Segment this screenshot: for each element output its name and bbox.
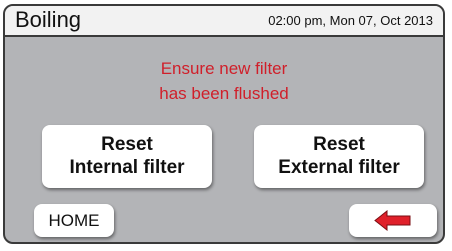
reset-external-filter-button[interactable]: Reset External filter	[254, 125, 424, 188]
page-title: Boiling	[15, 7, 82, 32]
header-bar: Boiling 02:00 pm, Mon 07, Oct 2013	[5, 6, 443, 37]
reset-external-filter-label-line1: Reset	[313, 134, 365, 155]
reset-internal-filter-button[interactable]: Reset Internal filter	[42, 125, 212, 188]
back-arrow-icon	[374, 210, 411, 231]
reset-internal-filter-label-line1: Reset	[101, 134, 153, 155]
boiling-screen: Boiling 02:00 pm, Mon 07, Oct 2013 Ensur…	[3, 4, 445, 244]
home-button[interactable]: HOME	[34, 204, 114, 237]
instruction-message-line2: has been flushed	[159, 84, 289, 103]
datetime-display: 02:00 pm, Mon 07, Oct 2013	[268, 13, 433, 28]
back-button[interactable]	[349, 204, 437, 237]
instruction-message-line1: Ensure new filter	[160, 59, 288, 78]
reset-internal-filter-label-line2: Internal filter	[69, 157, 185, 178]
reset-external-filter-label-line2: External filter	[278, 157, 400, 178]
